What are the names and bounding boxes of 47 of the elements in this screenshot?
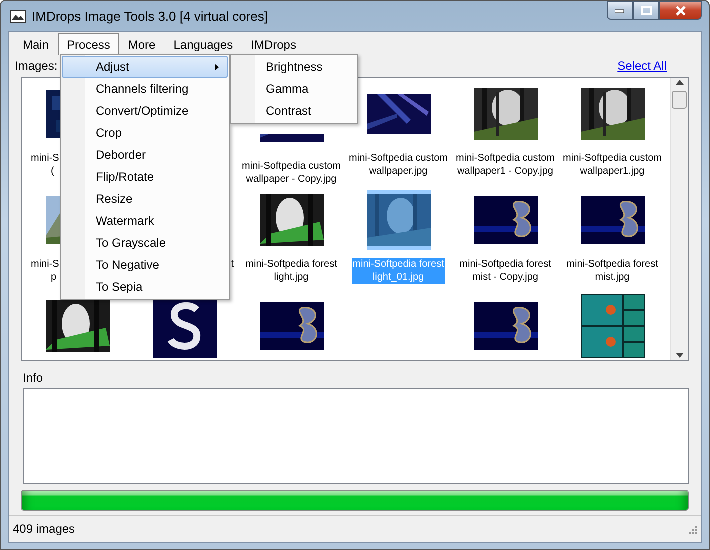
menu-item[interactable]: Main bbox=[14, 33, 58, 55]
menu-entry[interactable]: Channels filtering bbox=[62, 78, 228, 100]
menu-item[interactable]: IMDrops bbox=[242, 33, 306, 55]
images-label: Images: bbox=[15, 59, 58, 75]
image-count: 409 images bbox=[13, 522, 76, 536]
scroll-thumb[interactable] bbox=[672, 91, 687, 109]
menu-entry[interactable]: Gamma bbox=[232, 78, 356, 100]
menu-entry[interactable]: To Sepia bbox=[62, 276, 228, 298]
menu-entry[interactable]: Convert/Optimize bbox=[62, 100, 228, 122]
maximize-icon bbox=[640, 6, 652, 15]
menu-entry[interactable]: Adjust bbox=[62, 56, 228, 78]
select-all-link[interactable]: Select All bbox=[618, 59, 667, 75]
minimize-icon bbox=[615, 8, 625, 12]
menu-entry[interactable]: Deborder bbox=[62, 144, 228, 166]
close-button[interactable] bbox=[659, 1, 702, 20]
menu-entry[interactable]: Contrast bbox=[232, 100, 356, 122]
menu-item[interactable]: Languages bbox=[164, 33, 242, 55]
file-name[interactable]: mini-Softpedia custom wallpaper.jpg bbox=[348, 152, 449, 178]
file-name[interactable]: mini-Softpedia forest light.jpg bbox=[244, 258, 338, 284]
maximize-button[interactable] bbox=[633, 1, 659, 20]
menu-entry[interactable]: Resize bbox=[62, 188, 228, 210]
resize-grip-icon[interactable] bbox=[687, 524, 697, 534]
info-label: Info bbox=[23, 371, 44, 385]
file-name[interactable]: mini-Softpedia custom wallpaper1 - Copy.jpg bbox=[455, 152, 556, 178]
menu-entry[interactable]: Crop bbox=[62, 122, 228, 144]
down-arrow-icon[interactable] bbox=[676, 353, 684, 358]
menu-entry[interactable]: To Grayscale bbox=[62, 232, 228, 254]
file-name[interactable]: mini-Softpedia forest mist.jpg bbox=[566, 258, 660, 284]
file-name[interactable]: mini-Softpedia custom wallpaper - Copy.jpg bbox=[241, 160, 342, 186]
menu-entry[interactable]: Brightness bbox=[232, 56, 356, 78]
picture-icon bbox=[10, 10, 26, 22]
window-title: IMDrops Image Tools 3.0 [4 virtual cores] bbox=[32, 8, 270, 24]
scrollbar[interactable] bbox=[670, 78, 688, 360]
menu-entry[interactable]: Watermark bbox=[62, 210, 228, 232]
menu-item[interactable]: Process bbox=[58, 33, 120, 55]
close-icon bbox=[674, 6, 686, 16]
menu-item[interactable]: More bbox=[119, 33, 165, 55]
file-name[interactable]: mini-S p bbox=[30, 258, 60, 284]
file-name[interactable]: mini-Softpedia forest mist - Copy.jpg bbox=[458, 258, 552, 284]
menu-entry[interactable]: To Negative bbox=[62, 254, 228, 276]
minimize-button[interactable] bbox=[607, 1, 633, 20]
file-name[interactable]: mini-S ( bbox=[30, 152, 60, 178]
file-name[interactable]: mini-Softpedia custom wallpaper1.jpg bbox=[562, 152, 663, 178]
up-arrow-icon[interactable] bbox=[676, 80, 684, 85]
thumbnail[interactable] bbox=[366, 190, 430, 250]
file-name[interactable]: t bbox=[230, 258, 235, 271]
menu-entry[interactable]: Flip/Rotate bbox=[62, 166, 228, 188]
